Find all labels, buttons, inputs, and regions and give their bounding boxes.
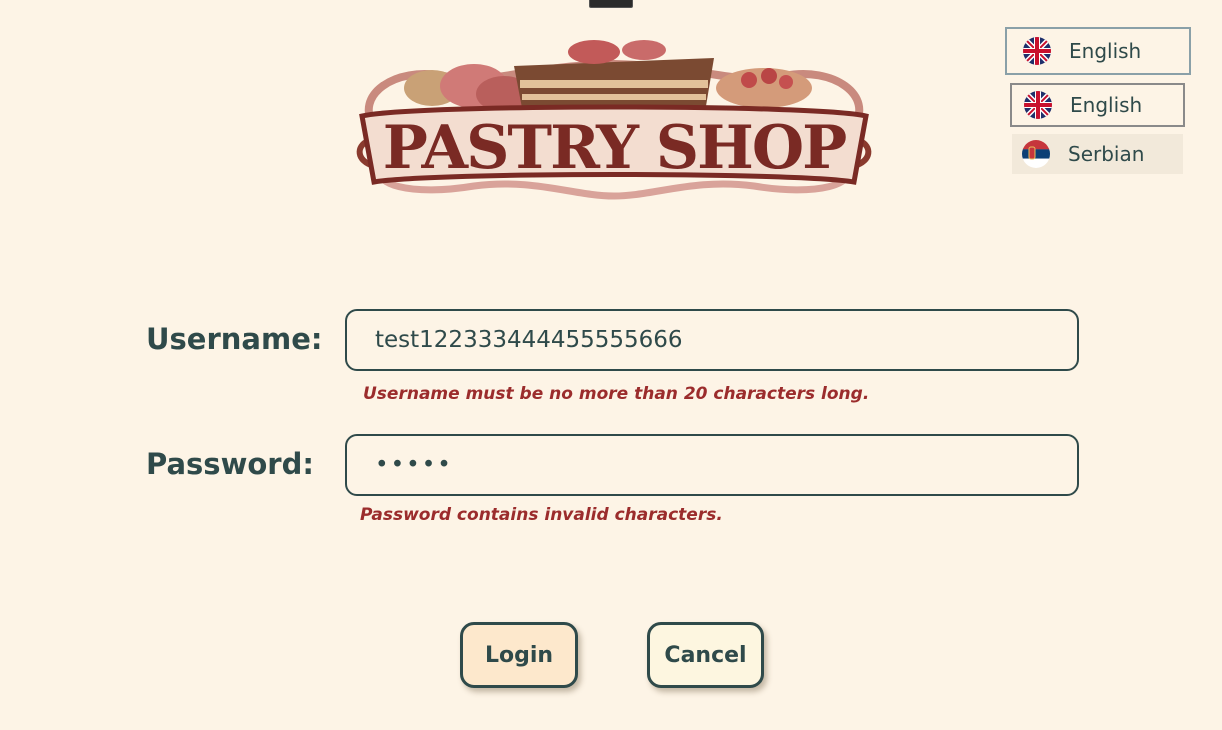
language-current-label: English	[1069, 39, 1142, 63]
serbia-flag-icon	[1022, 140, 1050, 168]
username-label: Username:	[146, 322, 323, 356]
logo-text: PASTRY SHOP	[383, 113, 846, 183]
login-page: PASTRY SHOP English English Serbian User…	[0, 0, 1222, 730]
username-input[interactable]	[345, 309, 1079, 371]
language-option-serbian[interactable]: Serbian	[1012, 134, 1183, 174]
login-button[interactable]: Login	[460, 622, 578, 688]
username-error: Username must be no more than 20 charact…	[363, 384, 870, 404]
language-option-label: English	[1070, 93, 1143, 117]
uk-flag-icon	[1023, 37, 1051, 65]
pastry-shop-logo: PASTRY SHOP	[354, 36, 874, 208]
password-error: Password contains invalid characters.	[360, 505, 723, 525]
password-input[interactable]	[345, 434, 1079, 496]
language-selector[interactable]: English	[1005, 27, 1191, 75]
cancel-button[interactable]: Cancel	[647, 622, 764, 688]
password-label: Password:	[146, 447, 314, 481]
language-option-label: Serbian	[1068, 142, 1145, 166]
window-tab-handle[interactable]	[589, 0, 633, 8]
uk-flag-icon	[1024, 91, 1052, 119]
language-option-english[interactable]: English	[1010, 83, 1185, 127]
